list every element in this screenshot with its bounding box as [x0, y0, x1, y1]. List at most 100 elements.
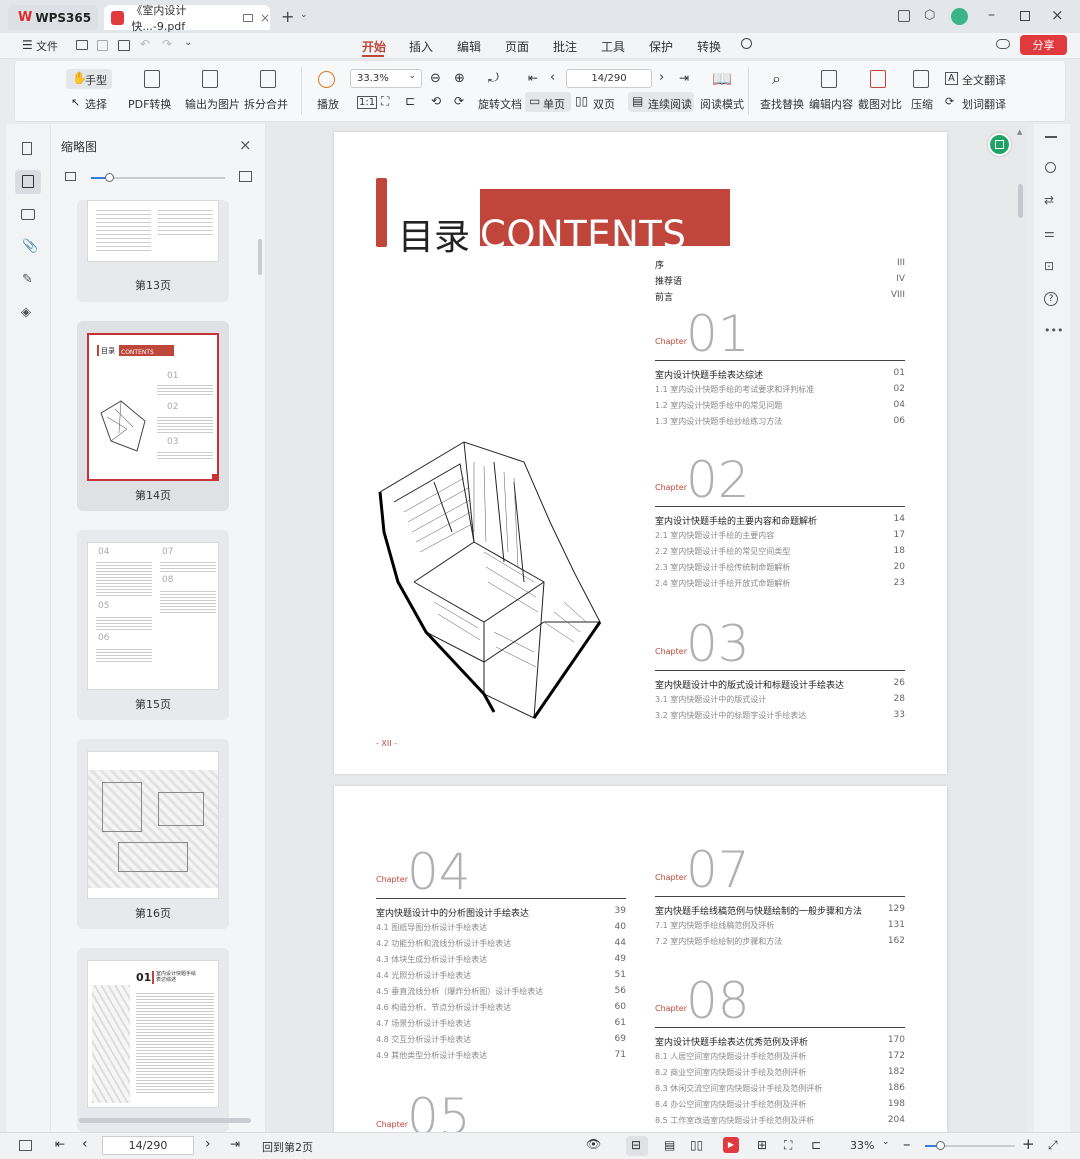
menu-annotate[interactable]: 批注: [553, 38, 577, 55]
thumbnail-page-17[interactable]: 01 室内设计快题手绘表达综述: [77, 948, 229, 1132]
section-entry[interactable]: 8.3 休闲交流空间室内快题设计手绘及范例评析: [655, 1083, 822, 1094]
chapter-title[interactable]: 室内设计快题手绘表达优秀范例及评析: [655, 1035, 808, 1048]
hamburger-icon[interactable]: ☰: [22, 38, 33, 52]
thumbnail-page-16[interactable]: 第16页: [77, 739, 229, 929]
minimize-icon[interactable]: –: [988, 7, 995, 23]
section-entry[interactable]: 8.1 人居空间室内快题设计手绘范例及评析: [655, 1051, 806, 1062]
section-entry[interactable]: 2.1 室内快题设计手绘的主要内容: [655, 530, 774, 541]
first-page-icon[interactable]: ⇤: [528, 71, 538, 85]
thumbnail-page-14[interactable]: 目录 CONTENTS 01 02 03 第14页: [77, 321, 229, 511]
front-matter-label[interactable]: 序: [655, 258, 664, 271]
last-page-icon[interactable]: ⇥: [230, 1137, 240, 1151]
menu-insert[interactable]: 插入: [409, 38, 433, 55]
section-entry[interactable]: 1.1 室内设计快题手绘的考试要求和评判标准: [655, 384, 814, 395]
zoom-out-icon[interactable]: ⊖: [430, 71, 441, 86]
export-image-button[interactable]: 输出为图片: [185, 96, 240, 112]
sidebar-toggle-icon[interactable]: [19, 1140, 32, 1151]
pdf-convert-button[interactable]: PDF转换: [128, 96, 171, 112]
eye-icon[interactable]: 👁: [586, 1137, 601, 1151]
settings-sliders-icon[interactable]: ⚌: [1044, 226, 1055, 240]
next-page-icon[interactable]: ›: [205, 1136, 211, 1152]
layout-icon[interactable]: [898, 10, 910, 22]
maximize-icon[interactable]: [1020, 11, 1030, 21]
tab-home[interactable]: W WPS365: [8, 5, 98, 30]
status-page-input[interactable]: 14/290: [102, 1136, 194, 1155]
help-icon[interactable]: ?: [1044, 292, 1058, 306]
first-page-icon[interactable]: ⇤: [55, 1137, 65, 1151]
menu-start[interactable]: 开始: [362, 38, 386, 55]
section-entry[interactable]: 7.2 室内快题手绘绘制的步骤和方法: [655, 936, 782, 947]
new-tab-icon[interactable]: +: [281, 7, 294, 26]
split-merge-button[interactable]: 拆分合并: [244, 96, 288, 112]
doc-vertical-scrollbar[interactable]: [1018, 184, 1023, 218]
front-matter-label[interactable]: 前言: [655, 290, 673, 303]
section-entry[interactable]: 7.1 室内快题手绘线稿范例及评析: [655, 920, 774, 931]
open-folder-icon[interactable]: [76, 40, 88, 50]
full-translate-button[interactable]: 全文翻译: [962, 72, 1006, 88]
zoom-dropdown-icon[interactable]: ⌄: [882, 1137, 890, 1147]
double-page-button[interactable]: 双页: [593, 96, 615, 112]
comment-icon[interactable]: [21, 209, 35, 220]
section-entry[interactable]: 2.3 室内快题设计手绘传统制命题解析: [655, 562, 790, 573]
word-translate-button[interactable]: 划词翻译: [962, 96, 1006, 112]
menu-protect[interactable]: 保护: [649, 38, 673, 55]
section-entry[interactable]: 3.1 室内快题设计中的版式设计: [655, 694, 766, 705]
back-to-page-link[interactable]: 回到第2页: [262, 1139, 313, 1155]
undo-icon[interactable]: ↶: [140, 37, 150, 51]
section-entry[interactable]: 4.5 垂直流线分析（爆炸分析图）设计手绘表达: [376, 986, 543, 997]
cloud-icon[interactable]: [996, 39, 1010, 49]
section-entry[interactable]: 4.6 构造分析、节点分析设计手绘表达: [376, 1002, 511, 1013]
section-entry[interactable]: 2.2 室内快题设计手绘的常见空间类型: [655, 546, 790, 557]
window-restore-icon[interactable]: [243, 13, 253, 22]
cube-icon[interactable]: ⬡: [924, 8, 935, 23]
large-image-icon[interactable]: [239, 171, 252, 182]
menu-edit[interactable]: 编辑: [457, 38, 481, 55]
double-view-icon[interactable]: ▯▯: [690, 1138, 703, 1152]
section-entry[interactable]: 8.5 工作室改造室内快题设计手绘范例及评析: [655, 1115, 814, 1126]
zoom-level[interactable]: 33%: [850, 1139, 874, 1152]
more-quick-icon[interactable]: ⌄: [184, 37, 192, 48]
menu-tools[interactable]: 工具: [601, 38, 625, 55]
chapter-title[interactable]: 室内快题设计中的分析图设计手绘表达: [376, 906, 529, 919]
file-menu[interactable]: 文件: [36, 38, 58, 54]
prev-page-icon[interactable]: ‹: [82, 1136, 88, 1152]
share-button[interactable]: 分享: [1020, 35, 1067, 55]
fit-icon[interactable]: ⊞: [757, 1138, 767, 1152]
actual-size-icon[interactable]: 1:1: [357, 96, 378, 109]
tab-document[interactable]: 《室内设计快...-9.pdf ×: [104, 4, 270, 33]
next-page-icon[interactable]: ›: [659, 70, 664, 85]
select-tool[interactable]: 选择: [85, 96, 107, 112]
front-matter-label[interactable]: 推荐语: [655, 274, 682, 287]
thumbnail-hscrollbar[interactable]: [79, 1118, 251, 1123]
redo-icon[interactable]: ↷: [162, 37, 172, 51]
fullscreen-icon[interactable]: ⤢: [1048, 1138, 1058, 1153]
section-entry[interactable]: 4.4 光照分析设计手绘表达: [376, 970, 471, 981]
signature-icon[interactable]: ✎: [22, 272, 33, 287]
close-tab-icon[interactable]: ×: [260, 11, 270, 25]
zoom-out-icon[interactable]: –: [903, 1135, 911, 1153]
thumbnail-page-15[interactable]: 04 07 08 05 06 第15页: [77, 530, 229, 720]
thumbnail-page-13[interactable]: 第13页: [77, 200, 229, 302]
section-entry[interactable]: 4.1 图纸导图分析设计手绘表达: [376, 922, 487, 933]
section-entry[interactable]: 2.4 室内快题设计手绘开放式命题解析: [655, 578, 790, 589]
tab-dropdown-icon[interactable]: ⌄: [300, 10, 308, 20]
attachment-icon[interactable]: 📎: [22, 239, 38, 254]
chapter-title[interactable]: 室内快题手绘线稿范例与快题绘制的一般步骤和方法: [655, 904, 862, 917]
zoom-in-icon[interactable]: ⊕: [454, 71, 465, 86]
menu-page[interactable]: 页面: [505, 38, 529, 55]
close-window-icon[interactable]: ×: [1051, 6, 1064, 24]
read-mode-button[interactable]: 阅读模式: [700, 96, 744, 112]
compare-button[interactable]: 截图对比: [858, 96, 902, 112]
spreadsheet-float-icon[interactable]: [988, 133, 1011, 156]
section-entry[interactable]: 1.2 室内设计快题手绘中的常见问题: [655, 400, 782, 411]
collapse-icon[interactable]: [1045, 136, 1057, 138]
zoom-in-icon[interactable]: +: [1022, 1135, 1035, 1153]
reader-icon[interactable]: ⊡: [1044, 259, 1054, 273]
scroll-up-icon[interactable]: ▲: [1017, 128, 1022, 136]
rotate-left-icon[interactable]: ⟲: [431, 94, 441, 108]
layers-icon[interactable]: ◈: [21, 305, 31, 320]
avatar[interactable]: [951, 8, 968, 25]
section-entry[interactable]: 4.2 功能分析和流线分析设计手绘表达: [376, 938, 511, 949]
section-entry[interactable]: 4.7 场景分析设计手绘表达: [376, 1018, 471, 1029]
section-entry[interactable]: 4.8 交互分析设计手绘表达: [376, 1034, 471, 1045]
